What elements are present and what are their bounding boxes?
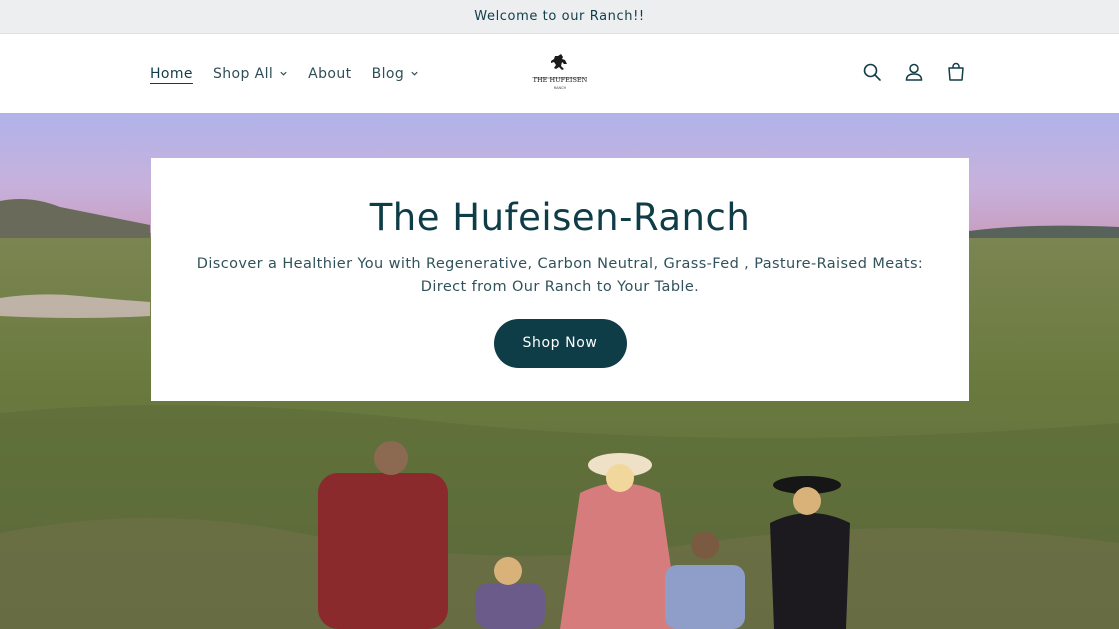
account-button[interactable] [902,60,926,84]
announcement-bar: Welcome to our Ranch!! [0,0,1119,34]
account-icon [905,63,923,81]
nav-item-label: About [308,65,352,82]
nav-item-shop-all[interactable]: Shop All [213,66,288,82]
nav-item-label: Blog [371,65,405,82]
search-button[interactable] [860,60,884,84]
cart-button[interactable] [944,60,968,84]
hero-banner: The Hufeisen-Ranch Discover a Healthier … [0,113,1119,629]
chevron-down-icon [280,71,287,76]
bucking-horse-rider-icon: THE HUFEISEN RANCH [533,54,588,90]
nav-item-home[interactable]: Home [150,66,193,82]
chevron-down-icon [411,71,418,76]
hero-subtitle: Discover a Healthier You with Regenerati… [196,256,924,295]
nav-item-about[interactable]: About [308,66,351,82]
shop-now-button[interactable]: Shop Now [493,319,627,368]
search-icon [863,63,881,81]
hero-content-card: The Hufeisen-Ranch Discover a Healthier … [151,158,969,401]
nav-item-blog[interactable]: Blog [372,66,420,82]
nav-item-label: Shop All [212,65,274,82]
site-logo[interactable]: THE HUFEISEN RANCH [530,52,590,94]
logo-text: THE HUFEISEN [533,76,588,84]
site-header: Home Shop All About Blog THE HUFEISEN RA… [0,34,1119,113]
logo-subtext: RANCH [554,86,567,90]
main-nav: Home Shop All About Blog [150,34,419,113]
hero-title: The Hufeisen-Ranch [369,196,751,239]
cart-icon [948,62,964,81]
nav-item-label: Home [150,65,193,82]
header-icons [860,60,968,84]
announcement-text: Welcome to our Ranch!! [474,9,645,24]
